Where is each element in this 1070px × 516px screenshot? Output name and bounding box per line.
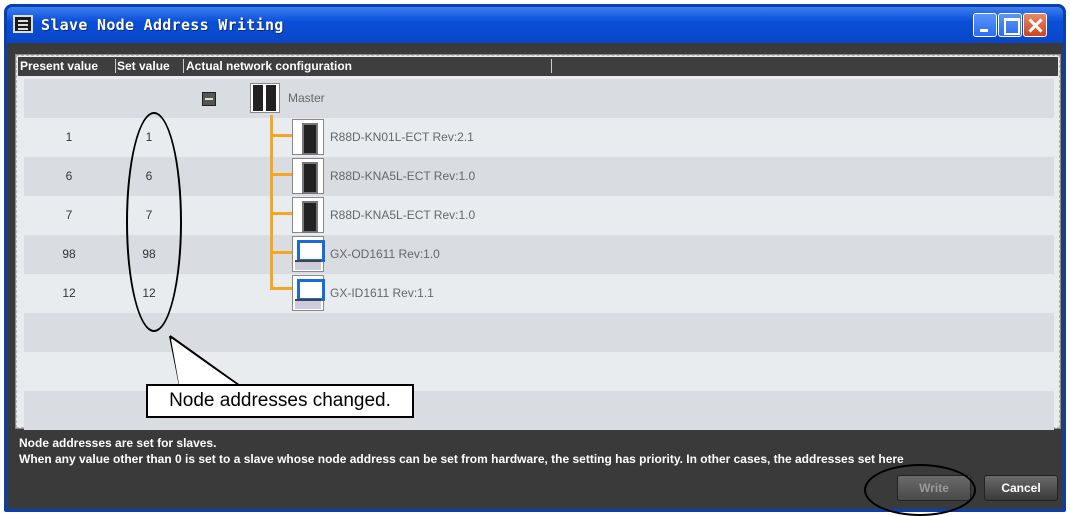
master-label: Master [288, 91, 325, 105]
write-button[interactable]: Write [897, 475, 971, 501]
present-value: 6 [65, 169, 73, 183]
device-name: R88D-KNA5L-ECT Rev:1.0 [330, 208, 476, 222]
set-value[interactable]: 1 [134, 130, 164, 144]
tree-connector [270, 134, 292, 137]
column-divider[interactable] [115, 59, 116, 73]
cancel-button[interactable]: Cancel [984, 475, 1058, 501]
title-bar[interactable]: Slave Node Address Writing [7, 7, 1063, 43]
status-detail: When any value other than 0 is set to a … [19, 452, 904, 466]
set-value[interactable]: 7 [134, 208, 164, 222]
set-value[interactable]: 12 [134, 286, 164, 300]
servo-drive-icon [292, 119, 324, 155]
column-header-set[interactable]: Set value [117, 59, 183, 73]
io-unit-icon [292, 275, 325, 311]
column-divider[interactable] [551, 59, 552, 73]
maximize-icon[interactable] [998, 13, 1022, 37]
annotation-callout: Node addresses changed. [146, 384, 414, 418]
tree-connector [270, 212, 292, 215]
table-row[interactable]: 7 7 R88D-KNA5L-ECT Rev:1.0 [24, 196, 1054, 235]
app-icon [13, 15, 33, 33]
tree-connector [324, 99, 327, 339]
tree-connector [270, 173, 292, 176]
minimize-icon[interactable] [973, 13, 997, 37]
table-row[interactable]: 6 6 R88D-KNA5L-ECT Rev:1.0 [24, 157, 1054, 196]
callout-pointer [169, 335, 241, 387]
table-row[interactable]: 98 98 GX-OD1611 Rev:1.0 [24, 235, 1054, 274]
device-name: GX-OD1611 Rev:1.0 [330, 247, 440, 261]
grid-header: Present value Set value Actual network c… [18, 57, 1058, 76]
io-unit-icon [292, 236, 325, 272]
column-header-present[interactable]: Present value [20, 59, 114, 73]
present-value: 98 [62, 247, 76, 261]
dialog-window: Slave Node Address Writing Present value… [4, 4, 1066, 512]
master-controller-icon [250, 83, 280, 113]
device-name: R88D-KNA5L-ECT Rev:1.0 [330, 169, 476, 183]
set-value[interactable]: 98 [134, 247, 164, 261]
tree-connector [270, 251, 292, 254]
table-row-master[interactable]: Master [24, 79, 1054, 118]
close-icon[interactable] [1023, 13, 1047, 37]
servo-drive-icon [292, 197, 324, 233]
table-row[interactable]: 1 1 R88D-KN01L-ECT Rev:2.1 [24, 118, 1054, 157]
servo-drive-icon [292, 158, 324, 194]
set-value[interactable]: 6 [134, 169, 164, 183]
table-row[interactable]: 12 12 GX-ID1611 Rev:1.1 [24, 274, 1054, 313]
collapse-icon[interactable] [202, 92, 216, 106]
device-name: R88D-KN01L-ECT Rev:2.1 [330, 130, 474, 144]
present-value: 1 [65, 130, 73, 144]
present-value: 7 [65, 208, 73, 222]
device-name: GX-ID1611 Rev:1.1 [330, 286, 434, 300]
tree-connector [270, 287, 292, 290]
window-title: Slave Node Address Writing [41, 16, 284, 34]
status-message: Node addresses are set for slaves. [19, 436, 217, 450]
tree-connector [270, 115, 273, 287]
present-value: 12 [62, 286, 76, 300]
column-header-config[interactable]: Actual network configuration [186, 59, 566, 73]
column-divider[interactable] [183, 59, 184, 73]
